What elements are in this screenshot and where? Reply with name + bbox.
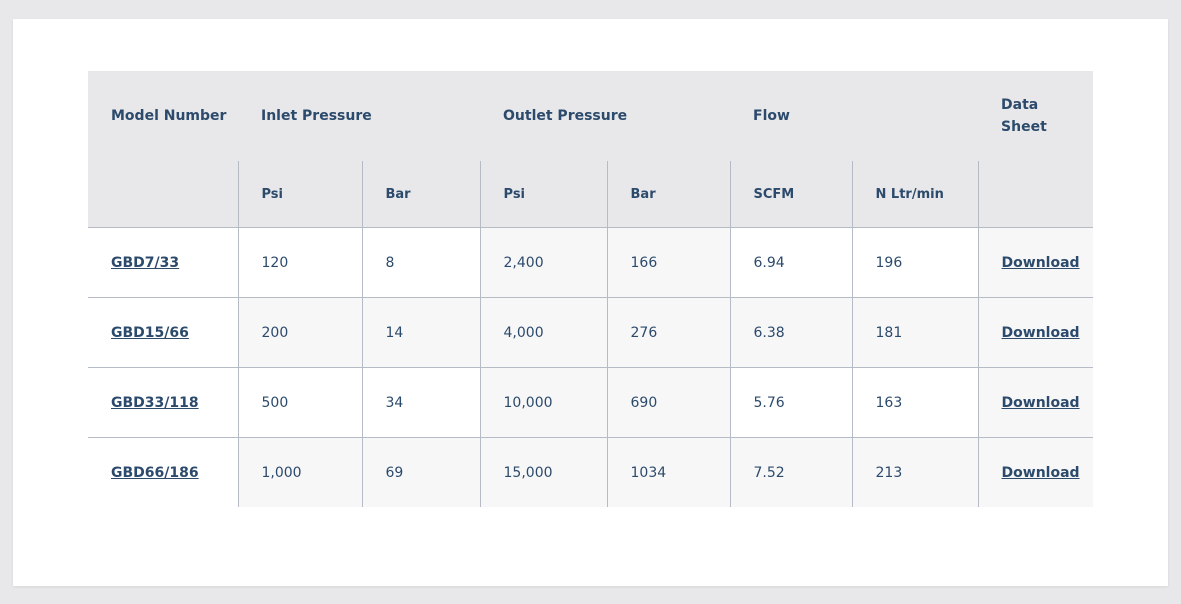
outlet-psi-cell: 4,000 <box>479 297 608 368</box>
model-link[interactable]: GBD7/33 <box>111 255 179 271</box>
header-model-number: Model Number <box>88 71 238 161</box>
datasheet-cell: Download <box>977 297 1094 368</box>
subheader-row: Psi Bar Psi Bar SCFM N Ltr/min <box>88 161 1094 228</box>
inlet-psi-cell: 120 <box>237 227 362 298</box>
scfm-cell: 7.52 <box>729 437 853 507</box>
inlet-psi-cell: 200 <box>237 297 362 368</box>
table-header: Model Number Inlet Pressure Outlet Press… <box>88 71 1094 228</box>
table-row: GBD15/66 200 14 4,000 276 6.38 181 Downl… <box>88 297 1094 368</box>
n-ltr-min-cell: 181 <box>851 297 979 368</box>
datasheet-cell: Download <box>977 227 1094 298</box>
datasheet-cell: Download <box>977 437 1094 507</box>
inlet-bar-cell: 14 <box>361 297 481 368</box>
subheader-inlet-bar: Bar <box>361 161 481 228</box>
header-row: Model Number Inlet Pressure Outlet Press… <box>88 71 1094 161</box>
model-cell: GBD15/66 <box>88 297 238 368</box>
n-ltr-min-cell: 163 <box>851 367 979 438</box>
header-inlet-pressure: Inlet Pressure <box>238 71 481 161</box>
inlet-psi-cell: 1,000 <box>237 437 362 507</box>
model-cell: GBD7/33 <box>88 227 238 298</box>
inlet-bar-cell: 69 <box>361 437 481 507</box>
subheader-scfm: SCFM <box>729 161 853 228</box>
subheader-outlet-psi: Psi <box>479 161 608 228</box>
outlet-bar-cell: 276 <box>606 297 731 368</box>
download-link[interactable]: Download <box>1002 255 1080 271</box>
n-ltr-min-cell: 196 <box>851 227 979 298</box>
outlet-psi-cell: 10,000 <box>479 367 608 438</box>
subheader-inlet-psi: Psi <box>237 161 362 228</box>
datasheet-cell: Download <box>977 367 1094 438</box>
download-link[interactable]: Download <box>1002 395 1080 411</box>
header-flow: Flow <box>730 71 979 161</box>
table-row: GBD7/33 120 8 2,400 166 6.94 196 Downloa… <box>88 227 1094 298</box>
table-row: GBD66/186 1,000 69 15,000 1034 7.52 213 … <box>88 437 1094 507</box>
model-link[interactable]: GBD66/186 <box>111 465 199 481</box>
content-card: Model Number Inlet Pressure Outlet Press… <box>13 19 1168 586</box>
outlet-psi-cell: 2,400 <box>479 227 608 298</box>
subheader-n-ltr-min: N Ltr/min <box>851 161 979 228</box>
inlet-bar-cell: 34 <box>361 367 481 438</box>
model-cell: GBD66/186 <box>88 437 238 507</box>
inlet-bar-cell: 8 <box>361 227 481 298</box>
table-body: GBD7/33 120 8 2,400 166 6.94 196 Downloa… <box>88 227 1094 507</box>
model-link[interactable]: GBD33/118 <box>111 395 199 411</box>
header-outlet-pressure: Outlet Pressure <box>480 71 731 161</box>
subheader-outlet-bar: Bar <box>606 161 731 228</box>
scfm-cell: 5.76 <box>729 367 853 438</box>
scfm-cell: 6.94 <box>729 227 853 298</box>
product-spec-table: Model Number Inlet Pressure Outlet Press… <box>88 71 1094 507</box>
subheader-datasheet-empty <box>977 161 1094 228</box>
outlet-bar-cell: 1034 <box>606 437 731 507</box>
outlet-bar-cell: 690 <box>606 367 731 438</box>
table-row: GBD33/118 500 34 10,000 690 5.76 163 Dow… <box>88 367 1094 438</box>
scfm-cell: 6.38 <box>729 297 853 368</box>
download-link[interactable]: Download <box>1002 325 1080 341</box>
model-cell: GBD33/118 <box>88 367 238 438</box>
outlet-psi-cell: 15,000 <box>479 437 608 507</box>
outlet-bar-cell: 166 <box>606 227 731 298</box>
subheader-empty <box>88 161 238 228</box>
model-link[interactable]: GBD15/66 <box>111 325 189 341</box>
inlet-psi-cell: 500 <box>237 367 362 438</box>
n-ltr-min-cell: 213 <box>851 437 979 507</box>
download-link[interactable]: Download <box>1002 465 1080 481</box>
header-data-sheet: Data Sheet <box>978 71 1094 161</box>
